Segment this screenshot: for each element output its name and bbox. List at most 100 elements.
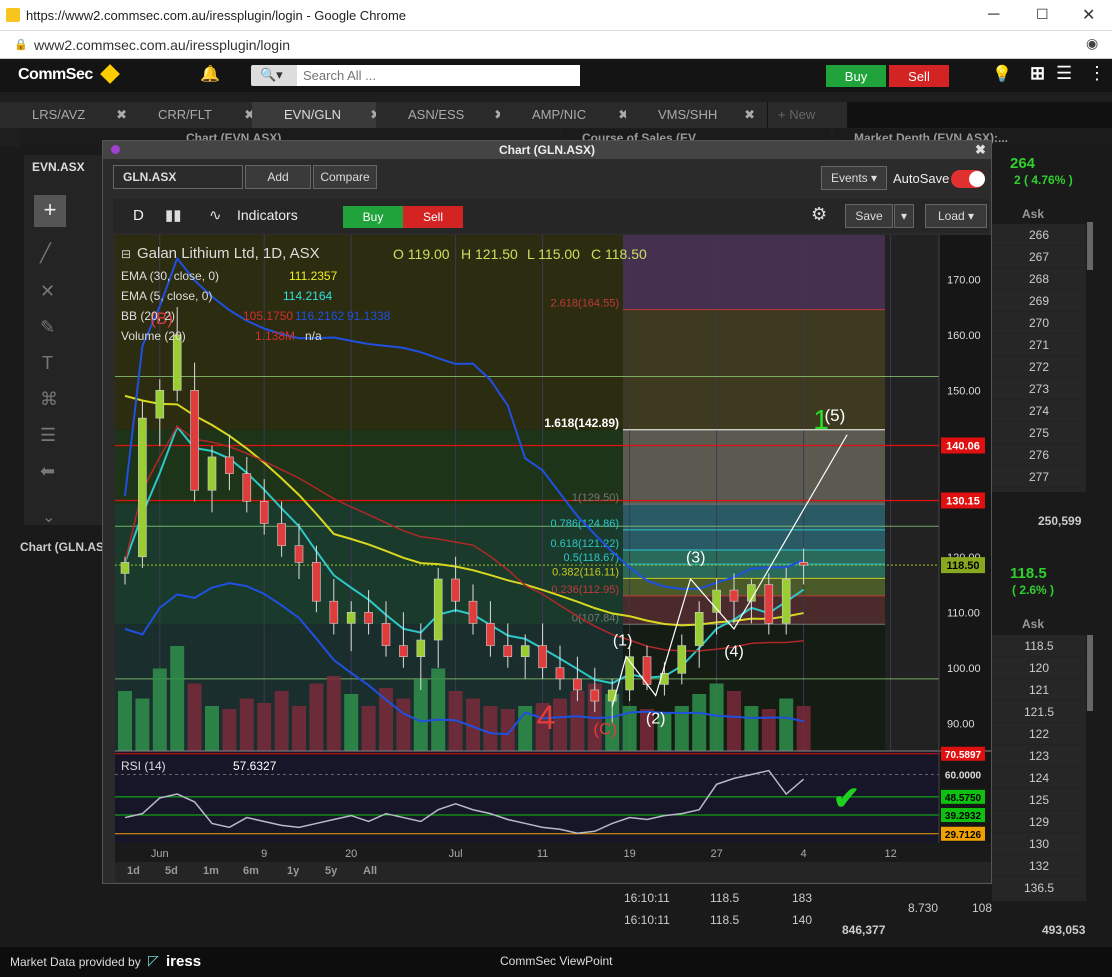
maximize-button[interactable]: ☐ <box>1036 6 1049 23</box>
ask-price-row[interactable]: 276 <box>992 444 1086 466</box>
indicators-wave-icon[interactable]: ∿ <box>209 206 222 224</box>
candle[interactable] <box>294 545 304 563</box>
pattern-tool-icon[interactable]: ⌘ <box>40 389 58 410</box>
chevron-down-icon[interactable]: ⌄ <box>42 507 55 527</box>
ask-price-row[interactable]: 121 <box>992 679 1086 701</box>
candle[interactable] <box>416 639 426 657</box>
candle[interactable] <box>207 456 217 491</box>
candle[interactable] <box>329 600 339 624</box>
candle[interactable] <box>799 562 808 566</box>
buy-button[interactable]: Buy <box>826 65 886 87</box>
candle[interactable] <box>677 645 687 674</box>
ask-price-row[interactable]: 130 <box>992 833 1086 855</box>
tab-asn-ess[interactable]: ASN/ESS✖ <box>376 102 518 128</box>
candle[interactable] <box>259 501 269 524</box>
close-icon[interactable]: ✖ <box>975 141 986 159</box>
ask-price-row[interactable]: 272 <box>992 356 1086 378</box>
bell-icon[interactable]: 🔔 <box>200 64 220 84</box>
chart-area[interactable]: 2.618(164.55) 1.618(142.89) 1(129.50) 0.786… <box>115 235 991 862</box>
url-field[interactable]: www2.commsec.com.au/iressplugin/login <box>34 37 290 53</box>
ask-price-row[interactable]: 275 <box>992 422 1086 444</box>
minimize-button[interactable]: ─ <box>988 6 999 24</box>
candle[interactable] <box>538 645 547 669</box>
timeframe-button-5d[interactable]: 5d <box>165 865 178 877</box>
depth-scrollbar[interactable] <box>1087 222 1093 270</box>
candle[interactable] <box>486 623 495 646</box>
cross-tool-icon[interactable]: ✕ <box>40 281 55 302</box>
measure-tool-icon[interactable]: ☰ <box>40 425 56 446</box>
candle[interactable] <box>242 473 252 502</box>
timeframe-button-1d[interactable]: 1d <box>127 865 140 877</box>
ask-price-row[interactable]: 273 <box>992 378 1086 400</box>
sell-button[interactable]: Sell <box>889 65 949 87</box>
compare-button[interactable]: Compare <box>313 165 377 189</box>
candle[interactable] <box>590 689 600 702</box>
timeframe-button-1y[interactable]: 1y <box>287 865 299 877</box>
candle[interactable] <box>781 578 791 624</box>
ask-price-row[interactable]: 268 <box>992 268 1086 290</box>
candle[interactable] <box>120 562 130 574</box>
more-icon[interactable]: ⋮ <box>1088 63 1106 84</box>
candle[interactable] <box>573 678 582 691</box>
candle[interactable] <box>190 390 199 491</box>
tab-evn-gln[interactable]: EVN/GLN✖ <box>252 102 394 128</box>
ask-price-row[interactable]: 269 <box>992 290 1086 312</box>
depth-scrollbar[interactable] <box>1087 635 1093 711</box>
candlestick-chart[interactable]: 2.618(164.55)1.618(142.89)1(129.50)0.786… <box>115 235 991 862</box>
close-icon[interactable]: ✖ <box>744 107 755 123</box>
candle[interactable] <box>694 611 704 646</box>
ask-price-row[interactable]: 125 <box>992 789 1086 811</box>
candle[interactable] <box>312 562 321 602</box>
candle[interactable] <box>520 645 530 657</box>
back-arrow-icon[interactable]: ⬅ <box>40 461 55 482</box>
candle[interactable] <box>277 523 286 547</box>
symbol-input[interactable]: GLN.ASX <box>113 165 243 189</box>
candle[interactable] <box>764 584 774 624</box>
ask-price-row[interactable]: 277 <box>992 466 1086 488</box>
ask-price-row[interactable]: 132 <box>992 855 1086 877</box>
ask-price-row[interactable]: 118.5 <box>992 635 1086 657</box>
settings-gear-icon[interactable]: ⚙ <box>811 204 827 225</box>
autosave-toggle[interactable] <box>951 170 985 188</box>
candle[interactable] <box>729 589 739 602</box>
candle[interactable] <box>451 578 460 602</box>
candle[interactable] <box>399 645 408 657</box>
ask-price-row[interactable]: 267 <box>992 246 1086 268</box>
ask-price-row[interactable]: 266 <box>992 224 1086 246</box>
ask-price-row[interactable]: 270 <box>992 312 1086 334</box>
ask-price-row[interactable]: 129 <box>992 811 1086 833</box>
candle[interactable] <box>503 645 513 657</box>
add-panel-icon[interactable]: ⊞ <box>1030 63 1045 84</box>
line-tool-icon[interactable]: ╱ <box>40 243 51 264</box>
ask-price-row[interactable]: 121.5 <box>992 701 1086 723</box>
candle[interactable] <box>346 611 356 624</box>
ask-price-row[interactable]: 123 <box>992 745 1086 767</box>
tab-new[interactable]: + New <box>768 102 848 128</box>
candle[interactable] <box>172 334 182 391</box>
tab-crr-flt[interactable]: CRR/FLT ✖ <box>126 102 268 128</box>
ask-price-row[interactable]: 124 <box>992 767 1086 789</box>
chart-buy-button[interactable]: Buy <box>343 206 403 228</box>
timeframe-button-1m[interactable]: 1m <box>203 865 219 877</box>
candle[interactable] <box>381 623 391 646</box>
ask-price-row[interactable]: 271 <box>992 334 1086 356</box>
candle[interactable] <box>155 390 165 419</box>
ask-price-row[interactable]: 122 <box>992 723 1086 745</box>
search-input[interactable] <box>297 65 580 86</box>
ask-price-row[interactable]: 274 <box>992 400 1086 422</box>
tab-amp-nic[interactable]: AMP/NIC ✖ <box>500 102 642 128</box>
save-button[interactable]: Save <box>845 204 893 228</box>
candle[interactable] <box>433 578 443 641</box>
lightbulb-icon[interactable]: 💡 <box>992 64 1012 84</box>
tab-lrs-avz[interactable]: LRS/AVZ ✖ <box>0 102 140 128</box>
candle[interactable] <box>364 611 373 624</box>
text-tool-icon[interactable]: T <box>42 353 53 374</box>
commsec-logo[interactable]: CommSec <box>18 66 93 84</box>
add-button[interactable]: Add <box>245 165 311 189</box>
period-selector[interactable]: D <box>133 207 144 224</box>
timeframe-button-All[interactable]: All <box>363 865 377 877</box>
indicators-button[interactable]: Indicators <box>237 207 298 223</box>
tab-vms-shh[interactable]: VMS/SHH ✖ <box>626 102 768 128</box>
load-dropdown[interactable]: Load ▾ <box>925 204 987 228</box>
ask-price-row[interactable]: 120 <box>992 657 1086 679</box>
